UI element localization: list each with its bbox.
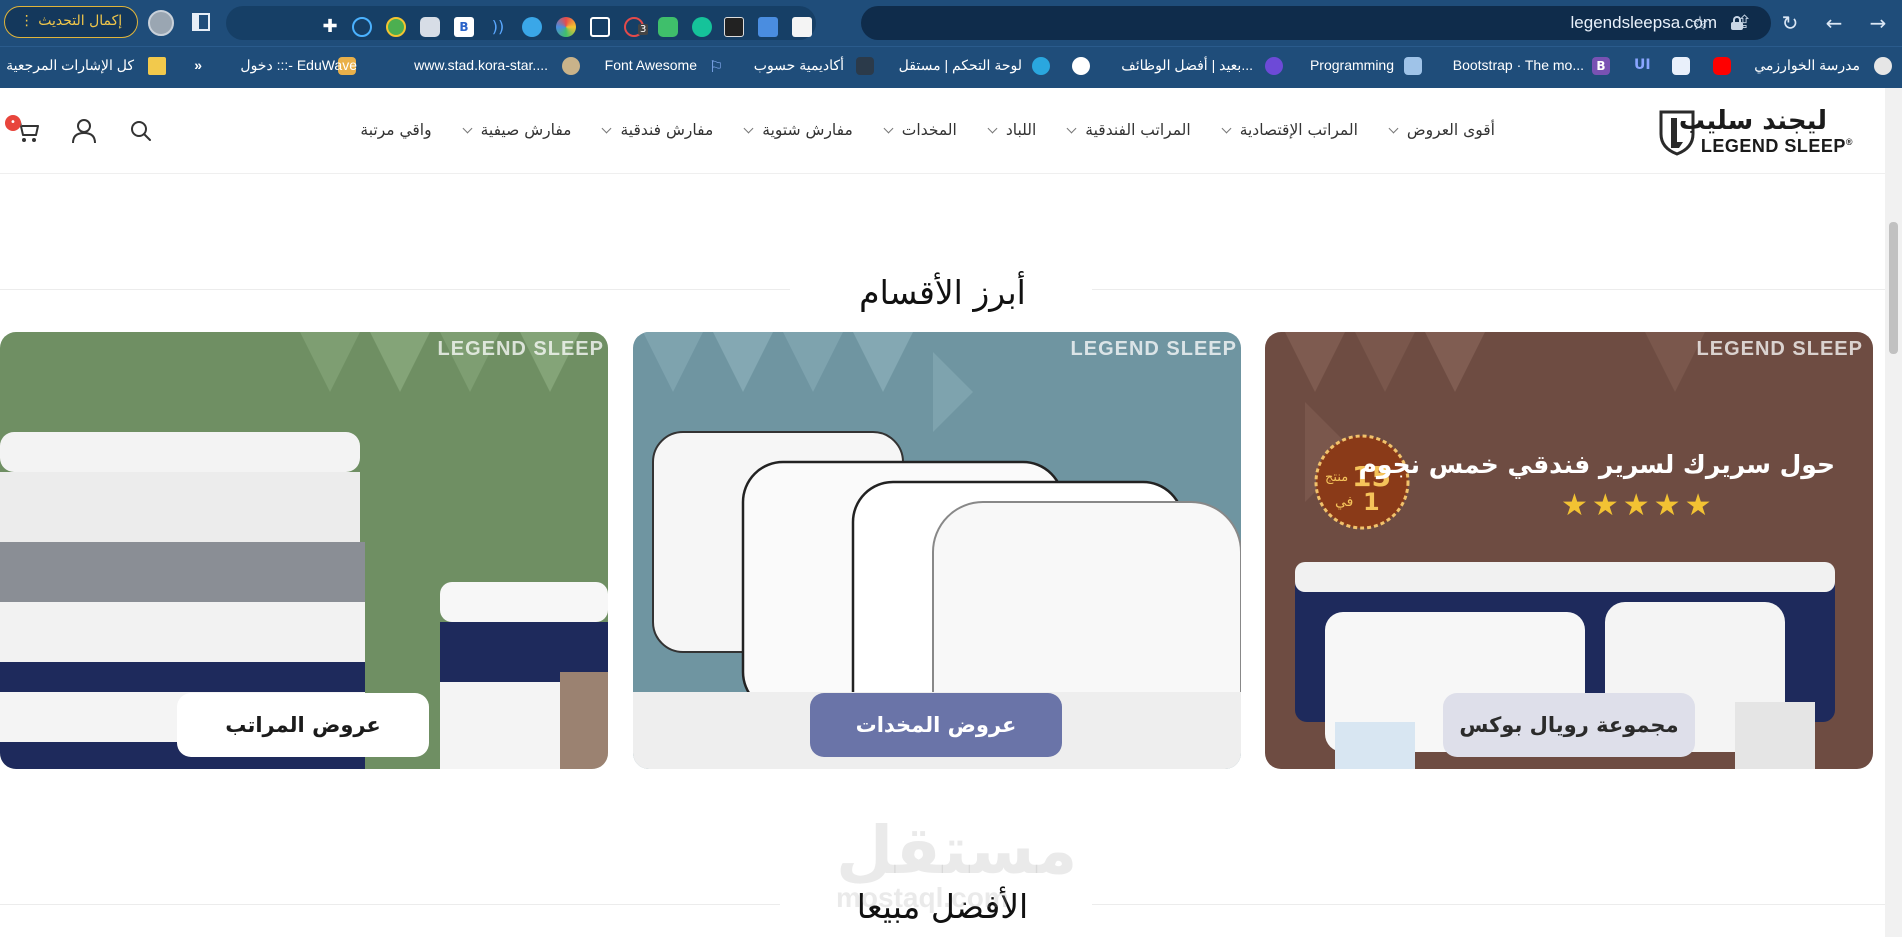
card-label-royal-box[interactable]: مجموعة رويال بوكس (1443, 693, 1695, 757)
update-button[interactable]: ⋮ إكمال التحديث (4, 6, 138, 38)
share-icon[interactable]: ⇪ (1737, 12, 1752, 33)
bookmark-programming[interactable]: Programming (1310, 57, 1394, 73)
chevron-down-icon (743, 123, 754, 134)
chevron-down-icon (1221, 123, 1232, 134)
category-card-royal-box[interactable]: LEGEND SLEEP 15 منتج في 1 حول سريرك لسري… (1265, 332, 1873, 769)
forward-arrow-icon[interactable]: → (1864, 9, 1892, 37)
section-title-categories: أبرز الأقسام (859, 273, 1026, 312)
address-bar[interactable]: legendsleepsa.com ☆ ⇪ (861, 6, 1771, 40)
extensions-strip: 3 )) B ✚ (226, 6, 816, 40)
cube-extension-icon[interactable] (590, 17, 610, 37)
grammarly-extension-icon[interactable] (692, 17, 712, 37)
laptop-icon[interactable] (1404, 57, 1422, 75)
menu-item-toppers[interactable]: اللباد (987, 121, 1036, 139)
chevron-down-icon (883, 123, 894, 134)
puzzle-extensions-icon[interactable]: ✚ (320, 17, 340, 37)
card-brand-watermark: LEGEND SLEEP (1070, 338, 1237, 360)
baeed-icon[interactable] (1265, 57, 1283, 75)
brazil-extension-icon[interactable] (386, 17, 406, 37)
x-extension-icon[interactable] (724, 17, 744, 37)
badge-one: 1 (1363, 488, 1380, 516)
bootstrap-icon[interactable]: B (1592, 57, 1610, 75)
scrollbar-thumb[interactable] (1889, 222, 1898, 354)
extension-badge: 3 (638, 24, 649, 35)
profile-avatar[interactable] (148, 10, 174, 36)
page-scrollbar[interactable] (1885, 88, 1902, 937)
korastar-icon[interactable] (562, 57, 580, 75)
globe-icon[interactable] (1072, 57, 1090, 75)
site-header: ليجند سليب LEGEND SLEEP® أقوى العروض الم… (0, 88, 1885, 174)
back-arrow-icon[interactable]: ← (1820, 9, 1848, 37)
badge-word: منتج (1325, 470, 1349, 485)
reload-icon[interactable]: ↻ (1776, 9, 1804, 37)
chevron-down-icon (1066, 123, 1077, 134)
cart-count-badge: • (5, 115, 21, 131)
chevron-down-icon (462, 123, 473, 134)
chevron-down-icon (1388, 123, 1399, 134)
b-extension-icon[interactable]: B (454, 17, 474, 37)
menu-item-winter-bedding[interactable]: مفارش شتوية (743, 121, 853, 139)
nav-buttons: → ← ↻ (1776, 8, 1892, 38)
react-extension-icon[interactable] (352, 17, 372, 37)
bookmark-korastar[interactable]: www.stad.kora-star.... (414, 57, 548, 73)
mostaql-watermark-url: mostaql.com (836, 882, 1009, 913)
bookmark-favicon-icon[interactable] (1672, 57, 1690, 75)
menu-item-economy-mattresses[interactable]: المراتب الإقتصادية (1221, 121, 1358, 139)
folder-icon[interactable] (148, 57, 166, 75)
chevron-down-icon (602, 123, 612, 134)
logo-english: LEGEND SLEEP® (1700, 136, 1853, 156)
card-brand-watermark: LEGEND SLEEP (437, 338, 604, 360)
bookmark-star-icon[interactable]: ☆ (1691, 11, 1709, 35)
user-account-icon[interactable] (71, 118, 97, 144)
mostaql-icon[interactable] (1032, 57, 1050, 75)
main-menu: أقوى العروض المراتب الإقتصادية المراتب ا… (360, 121, 1495, 139)
card-label-mattresses[interactable]: عروض المراتب (177, 693, 429, 757)
bookmark-khwarizmi[interactable]: مدرسة الخوارزمي (1754, 57, 1860, 74)
card-label-pillows[interactable]: عروض المخدات (810, 693, 1062, 757)
youtube-icon[interactable] (1713, 57, 1731, 75)
card-headline: حول سريرك لسرير فندقي خمس نجوم (1358, 450, 1835, 479)
globe-extension-icon[interactable] (522, 17, 542, 37)
update-button-label: إكمال التحديث (38, 13, 123, 29)
bookmark-mostaql[interactable]: لوحة التحكم | مستقل (899, 57, 1022, 74)
menu-dots-icon: ⋮ (19, 13, 39, 29)
five-stars-icon: ★★★★★ (1561, 488, 1716, 523)
category-card-mattresses[interactable]: LEGEND SLEEP عروض المراتب (0, 332, 608, 769)
chevron-down-icon (987, 123, 998, 134)
shield-check-extension-icon[interactable] (658, 17, 678, 37)
search-icon[interactable] (128, 118, 154, 144)
wave-extension-icon[interactable]: )) (488, 17, 508, 37)
category-card-pillows[interactable]: LEGEND SLEEP عروض المخدات (633, 332, 1241, 769)
side-panel-icon[interactable] (192, 13, 210, 31)
menu-item-top-offers[interactable]: أقوى العروض (1388, 121, 1495, 139)
site-logo[interactable]: ليجند سليب LEGEND SLEEP® (1657, 106, 1853, 158)
bookmark-hsoub[interactable]: أكاديمية حسوب (754, 57, 844, 74)
badge-extension-icon[interactable] (420, 17, 440, 37)
menu-item-hotel-mattresses[interactable]: المراتب الفندقية (1066, 121, 1191, 139)
ui-favicon-icon[interactable]: UI (1634, 57, 1652, 75)
card-brand-watermark: LEGEND SLEEP (1696, 338, 1863, 360)
bookmark-baeed[interactable]: بعيد | أفضل الوظائف... (1121, 57, 1253, 74)
menu-item-pillows[interactable]: المخدات (883, 121, 957, 139)
bookmark-fontawesome[interactable]: Font Awesome (605, 57, 697, 73)
bookmark-all-bookmarks[interactable]: كل الإشارات المرجعية (6, 57, 134, 74)
browser-toolbar: → ← ↻ legendsleepsa.com ☆ ⇪ 3 )) B ✚ ⋮ إ… (0, 0, 1902, 46)
badge-in: في (1335, 494, 1354, 510)
mostaql-watermark: مستقل (836, 812, 1078, 889)
notion-extension-icon[interactable] (792, 17, 812, 37)
logo-arabic: ليجند سليب (1678, 106, 1827, 136)
bookmark-bootstrap[interactable]: Bootstrap · The mo... (1453, 57, 1584, 73)
bookmarks-bar: مدرسة الخوارزمي UI B Bootstrap · The mo.… (0, 46, 1902, 88)
more-bookmarks-chevron[interactable]: » (194, 57, 202, 73)
color-picker-extension-icon[interactable] (556, 17, 576, 37)
bookmark-eduwave[interactable]: دخول :::- EduWave (240, 57, 357, 74)
menu-item-hotel-bedding[interactable]: مفارش فندقية (602, 121, 713, 139)
menu-item-mattress-protector[interactable]: واقي مرتبة (360, 121, 431, 139)
khwarizmi-favicon-icon (1874, 57, 1892, 75)
hsoub-icon[interactable] (856, 57, 874, 75)
menu-item-summer-bedding[interactable]: مفارش صيفية (462, 121, 571, 139)
flag-icon[interactable]: ⚐ (709, 57, 727, 76)
translate-extension-icon[interactable] (758, 17, 778, 37)
